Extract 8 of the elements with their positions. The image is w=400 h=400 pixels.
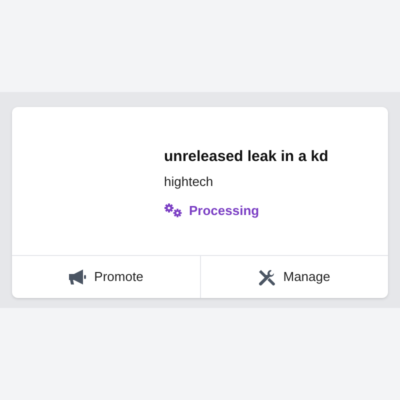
card-subtitle: hightech [164, 173, 214, 191]
megaphone-icon [68, 269, 86, 285]
tools-icon [258, 268, 276, 286]
card-title: unreleased leak in a kd [164, 147, 328, 167]
promote-button[interactable]: Promote [12, 256, 200, 298]
manage-button[interactable]: Manage [200, 256, 388, 298]
gears-icon [164, 203, 183, 218]
status-label: Processing [189, 202, 260, 220]
